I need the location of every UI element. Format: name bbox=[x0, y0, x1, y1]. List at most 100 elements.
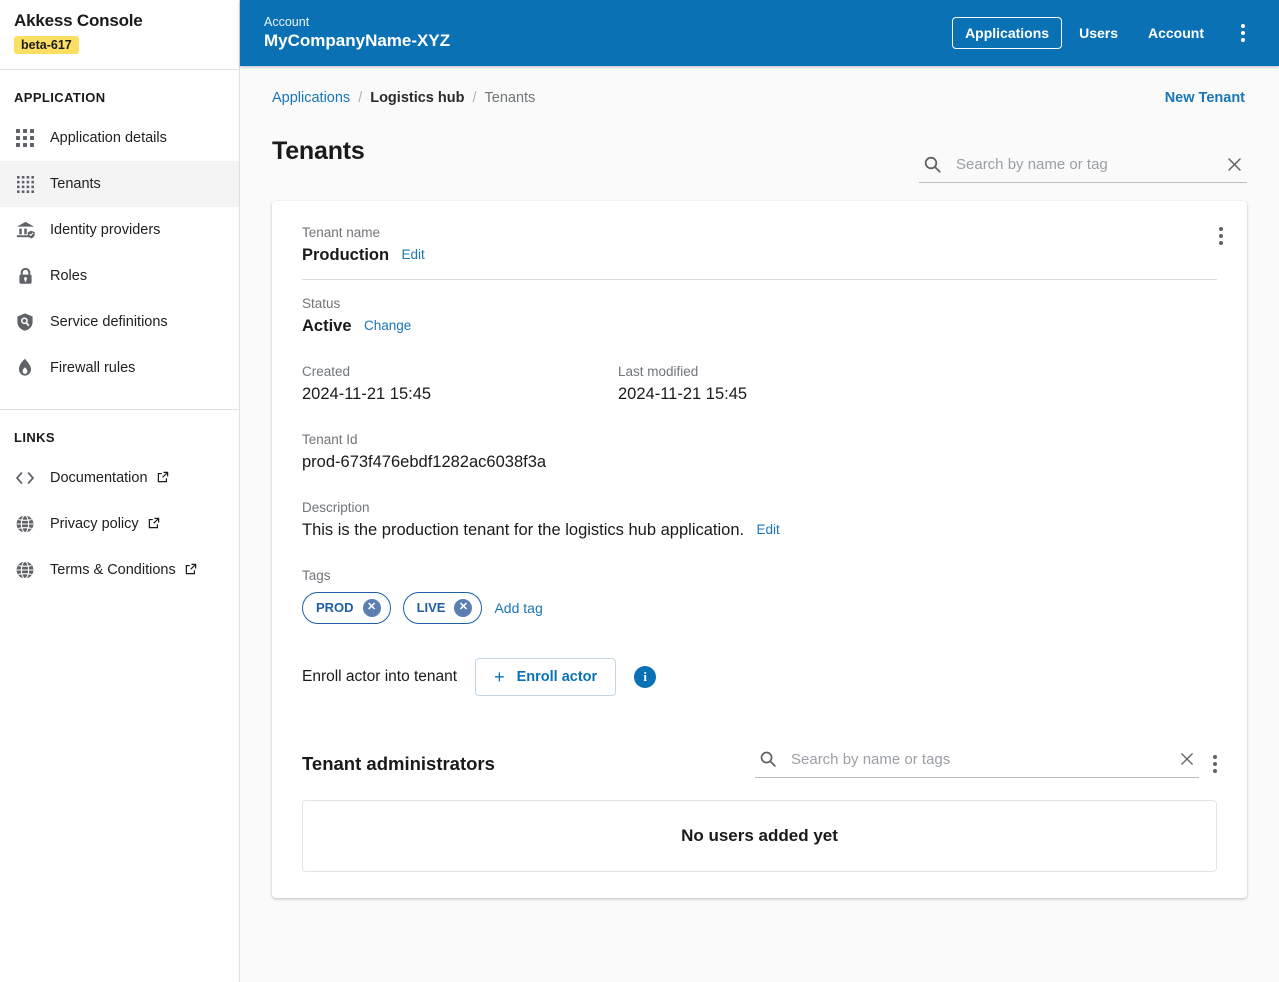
top-header-bar: Account MyCompanyName-XYZ Applications U… bbox=[240, 0, 1279, 66]
change-status-link[interactable]: Change bbox=[364, 318, 411, 333]
description-value: This is the production tenant for the lo… bbox=[302, 520, 745, 539]
info-icon[interactable]: i bbox=[634, 665, 657, 688]
tenant-card-overflow-menu-icon[interactable] bbox=[1219, 226, 1223, 245]
flame-icon bbox=[14, 357, 36, 379]
last-modified-label: Last modified bbox=[618, 363, 699, 379]
new-tenant-button[interactable]: New Tenant bbox=[1165, 90, 1247, 106]
sidebar-item-roles[interactable]: Roles bbox=[0, 253, 239, 299]
tag-label: LIVE bbox=[416, 600, 446, 615]
tenant-administrators-controls bbox=[755, 749, 1217, 778]
enroll-actor-button[interactable]: + Enroll actor bbox=[475, 657, 617, 696]
sidebar-item-firewall-rules[interactable]: Firewall rules bbox=[0, 345, 239, 391]
enroll-actor-button-label: Enroll actor bbox=[516, 668, 598, 685]
sidebar-item-label: Application details bbox=[50, 130, 167, 146]
clear-search-icon[interactable] bbox=[1226, 156, 1243, 173]
version-badge: beta-617 bbox=[14, 36, 79, 54]
tenant-name-value-row: Production Edit bbox=[302, 243, 1217, 267]
tenant-name-value: Production bbox=[302, 245, 390, 264]
enroll-actor-row: Enroll actor into tenant + Enroll actor … bbox=[288, 657, 1231, 696]
external-link-icon bbox=[148, 517, 160, 529]
breadcrumb-app-name[interactable]: Logistics hub bbox=[370, 90, 464, 106]
page-title: Tenants bbox=[272, 136, 365, 165]
sidebar-application-list: Application details Tenants Identity pro… bbox=[0, 115, 239, 401]
status-value-row: Active Change bbox=[302, 314, 1217, 338]
shield-search-icon bbox=[14, 311, 36, 333]
sidebar-item-terms-conditions[interactable]: Terms & Conditions bbox=[0, 547, 239, 593]
tenants-search[interactable] bbox=[919, 154, 1247, 183]
sidebar-item-label: Service definitions bbox=[50, 314, 168, 330]
administrators-empty-state: No users added yet bbox=[302, 799, 1217, 872]
sidebar-item-application-details[interactable]: Application details bbox=[0, 115, 239, 161]
tenant-name-field: Tenant name Production Edit bbox=[288, 223, 1231, 267]
administrators-search-input[interactable] bbox=[789, 749, 1167, 769]
description-field: Description This is the production tenan… bbox=[288, 498, 1231, 542]
status-value: Active bbox=[302, 316, 352, 335]
edit-tenant-name-link[interactable]: Edit bbox=[402, 247, 425, 262]
remove-tag-icon[interactable]: ✕ bbox=[362, 598, 381, 617]
breadcrumb: Applications / Logistics hub / Tenants bbox=[272, 90, 535, 106]
topnav-applications[interactable]: Applications bbox=[952, 17, 1063, 49]
lock-icon bbox=[14, 265, 36, 287]
tenant-card: Tenant name Production Edit Status Activ… bbox=[272, 200, 1247, 898]
external-link-icon bbox=[185, 563, 197, 575]
search-input[interactable] bbox=[954, 154, 1214, 174]
page-content: Applications / Logistics hub / Tenants N… bbox=[240, 66, 1279, 982]
app-root: Akkess Console beta-617 APPLICATION Appl… bbox=[0, 0, 1279, 982]
account-name: MyCompanyName-XYZ bbox=[264, 31, 451, 50]
brand-header: Akkess Console beta-617 bbox=[0, 0, 239, 70]
sidebar-item-label: Tenants bbox=[50, 176, 101, 192]
sidebar-item-documentation[interactable]: Documentation bbox=[0, 455, 239, 501]
account-info: Account MyCompanyName-XYZ bbox=[264, 14, 450, 52]
administrators-search[interactable] bbox=[755, 749, 1199, 778]
edit-description-link[interactable]: Edit bbox=[757, 522, 780, 537]
tenant-id-value: prod-673f476ebdf1282ac6038f3a bbox=[302, 452, 547, 471]
tenant-id-field: Tenant Id prod-673f476ebdf1282ac6038f3a bbox=[288, 430, 1231, 474]
topnav-users[interactable]: Users bbox=[1066, 17, 1131, 49]
sidebar-item-privacy-policy[interactable]: Privacy policy bbox=[0, 501, 239, 547]
created-field: Created 2024-11-21 15:45 bbox=[302, 362, 618, 406]
add-tag-link[interactable]: Add tag bbox=[494, 600, 542, 616]
sidebar: Akkess Console beta-617 APPLICATION Appl… bbox=[0, 0, 240, 982]
tags-list: PROD ✕ LIVE ✕ Add tag bbox=[302, 591, 1217, 624]
last-modified-field: Last modified 2024-11-21 15:45 bbox=[618, 362, 934, 406]
topnav-account[interactable]: Account bbox=[1135, 17, 1217, 49]
breadcrumb-applications[interactable]: Applications bbox=[272, 90, 350, 106]
breadcrumb-separator: / bbox=[358, 90, 363, 106]
top-nav: Applications Users Account bbox=[952, 17, 1257, 49]
sidebar-item-label: Privacy policy bbox=[50, 516, 139, 532]
dates-row: Created 2024-11-21 15:45 Last modified 2… bbox=[288, 362, 1231, 406]
globe-icon bbox=[14, 559, 36, 581]
breadcrumb-row: Applications / Logistics hub / Tenants N… bbox=[272, 66, 1247, 106]
administrators-overflow-menu-icon[interactable] bbox=[1213, 754, 1217, 773]
external-link-icon bbox=[157, 471, 169, 483]
remove-tag-icon[interactable]: ✕ bbox=[454, 598, 473, 617]
code-brackets-icon bbox=[14, 467, 36, 489]
clear-administrators-search-icon[interactable] bbox=[1179, 751, 1195, 767]
sidebar-item-label: Identity providers bbox=[50, 222, 161, 238]
globe-icon bbox=[14, 513, 36, 535]
description-label: Description bbox=[302, 499, 370, 515]
account-kicker: Account bbox=[264, 15, 310, 29]
empty-state-message: No users added yet bbox=[681, 825, 838, 845]
sidebar-section-application: APPLICATION bbox=[14, 90, 106, 105]
sidebar-item-label: Firewall rules bbox=[50, 360, 136, 376]
top-overflow-menu-icon[interactable] bbox=[1229, 19, 1257, 47]
main-area: Account MyCompanyName-XYZ Applications U… bbox=[240, 0, 1279, 982]
tenant-name-label: Tenant name bbox=[302, 224, 381, 240]
grid-4x4-icon bbox=[14, 173, 36, 195]
title-row: Tenants bbox=[272, 120, 1247, 183]
sidebar-item-tenants[interactable]: Tenants bbox=[0, 161, 239, 207]
card-divider bbox=[302, 278, 1217, 280]
tag-chip[interactable]: PROD ✕ bbox=[302, 591, 391, 624]
sidebar-item-service-definitions[interactable]: Service definitions bbox=[0, 299, 239, 345]
tags-label: Tags bbox=[302, 567, 331, 583]
tag-chip[interactable]: LIVE ✕ bbox=[402, 591, 483, 624]
enroll-actor-label: Enroll actor into tenant bbox=[302, 667, 458, 685]
sidebar-item-label: Documentation bbox=[50, 470, 148, 486]
brand-title: Akkess Console bbox=[14, 11, 143, 30]
tags-field: Tags PROD ✕ LIVE ✕ Add tag bbox=[288, 566, 1231, 624]
status-label: Status bbox=[302, 295, 341, 311]
grid-3x3-icon bbox=[14, 127, 36, 149]
sidebar-item-identity-providers[interactable]: Identity providers bbox=[0, 207, 239, 253]
search-icon bbox=[923, 155, 942, 174]
